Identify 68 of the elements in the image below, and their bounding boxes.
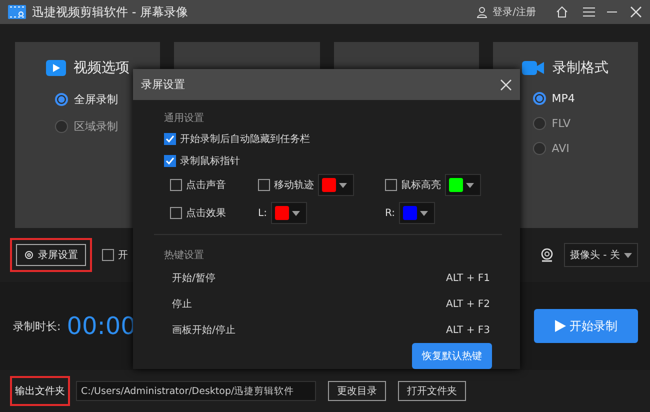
radio-label: 全屏录制 <box>74 92 118 107</box>
reset-hotkeys-button[interactable]: 恢复默认热键 <box>412 343 492 369</box>
radio-button[interactable] <box>55 93 68 106</box>
folder-button[interactable]: 更改目录 <box>328 381 386 401</box>
caret-icon <box>466 182 474 188</box>
app-logo-icon <box>8 5 26 19</box>
option-label: R: <box>385 208 396 218</box>
caret-icon <box>339 182 347 188</box>
color-picker[interactable] <box>399 202 436 224</box>
option-label: L: <box>258 208 267 218</box>
play-icon <box>554 320 566 332</box>
caret-icon <box>292 210 300 216</box>
duration-timer: 00:00 <box>66 312 136 340</box>
checkbox-label: 录制鼠标指针 <box>180 154 240 168</box>
path-field[interactable]: C:/Users/Administrator/Desktop/迅捷剪辑软件 <box>76 381 316 401</box>
hotkey-action: 停止 <box>172 298 192 311</box>
radio-label: FLV <box>552 117 571 130</box>
radio-button[interactable] <box>55 120 68 133</box>
checkbox[interactable] <box>170 179 182 191</box>
radio-button[interactable] <box>532 142 546 155</box>
duration-label: 录制时长: <box>13 318 61 334</box>
login-link[interactable]: 登录/注册 <box>492 5 536 19</box>
radio-label: AVI <box>552 142 570 155</box>
color-picker[interactable] <box>270 202 307 224</box>
camera-dropdown[interactable]: 摄像头 - 关 <box>564 243 638 267</box>
start-recording-button[interactable]: 开始录制 <box>534 309 638 343</box>
hotkey-keys: ALT + F2 <box>446 298 490 310</box>
section-heading: 通用设置 <box>164 112 205 126</box>
checkbox[interactable] <box>102 249 114 261</box>
radio-label: 区域录制 <box>74 119 118 134</box>
webcam-icon <box>540 248 554 262</box>
settings-button[interactable]: 录屏设置 <box>16 244 86 266</box>
checkbox-label: 开 <box>118 249 128 262</box>
radio-label: MP4 <box>552 92 575 105</box>
checkbox[interactable] <box>385 179 397 191</box>
close-icon[interactable] <box>630 6 642 18</box>
play-icon <box>46 60 66 76</box>
checkbox-label: 开始录制后自动隐藏到任务栏 <box>180 132 310 146</box>
caret-icon <box>624 252 632 258</box>
close-icon[interactable] <box>500 78 512 90</box>
checkbox[interactable] <box>258 179 270 191</box>
video-camera-icon <box>522 60 544 76</box>
panel-title: 录制格式 <box>552 59 608 77</box>
window-title: 迅捷视频剪辑软件 - 屏幕录像 <box>32 4 188 20</box>
user-icon[interactable] <box>476 6 487 18</box>
checkbox[interactable] <box>170 207 182 219</box>
checkbox[interactable] <box>164 155 176 167</box>
radio-button[interactable] <box>532 92 546 105</box>
color-picker[interactable] <box>445 174 481 196</box>
folder-button[interactable]: 打开文件夹 <box>398 381 466 401</box>
panel-title: 视频选项 <box>74 59 130 77</box>
hotkey-keys: ALT + F3 <box>446 324 490 336</box>
section-heading: 热键设置 <box>164 248 205 263</box>
checkbox[interactable] <box>164 133 176 145</box>
output-folder-label: 输出文件夹 <box>10 376 70 406</box>
option-label: 点击声音 <box>186 178 226 192</box>
radio-button[interactable] <box>532 117 546 130</box>
home-icon[interactable] <box>556 6 568 18</box>
option-label: 移动轨迹 <box>274 178 314 192</box>
option-label: 鼠标高亮 <box>401 178 441 192</box>
option-label: 点击效果 <box>186 206 226 220</box>
dialog-title: 录屏设置 <box>141 77 185 92</box>
hotkey-action: 画板开始/停止 <box>172 324 236 337</box>
caret-icon <box>420 210 428 216</box>
hotkey-keys: ALT + F1 <box>446 272 490 284</box>
hotkey-action: 开始/暂停 <box>172 272 216 285</box>
menu-icon[interactable] <box>582 6 596 18</box>
color-picker[interactable] <box>318 174 354 196</box>
